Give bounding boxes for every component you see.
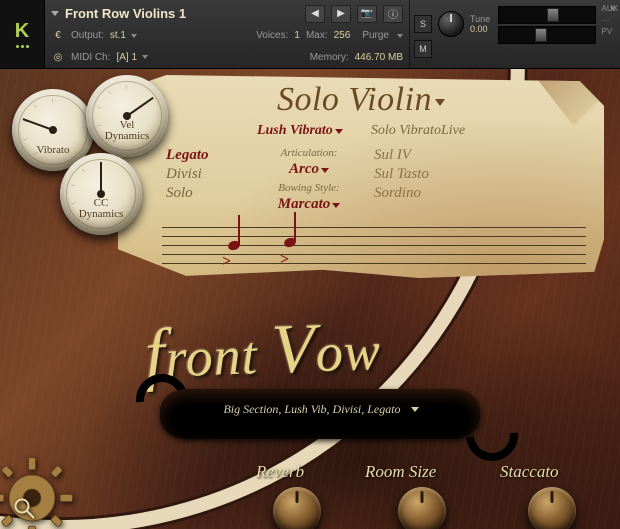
next-patch-button[interactable]: ▶: [331, 5, 351, 23]
reverb-knob[interactable]: [273, 487, 321, 529]
brand-dots: [16, 45, 29, 48]
pan-slider[interactable]: [498, 26, 595, 44]
tune-value[interactable]: 0.00: [470, 24, 490, 34]
bowing-label: Bowing Style:: [278, 182, 339, 194]
chevron-down-icon: [435, 99, 445, 106]
chevron-down-icon: [142, 55, 148, 59]
chevron-down-icon: [335, 129, 343, 134]
pv-label[interactable]: PV: [602, 27, 618, 36]
purge-label[interactable]: Purge: [362, 30, 389, 41]
cc-dynamics-gauge[interactable]: CCDynamics: [60, 153, 142, 235]
disclosure-icon[interactable]: [51, 11, 59, 16]
play-mode-col: Legato Divisi Solo: [166, 147, 244, 202]
patch-name: Front Row Violins 1: [65, 6, 186, 21]
prev-patch-button[interactable]: ◀: [305, 5, 325, 23]
instrument-title: Solo Violin: [277, 81, 432, 118]
header-right: S Tune 0.00 M AUX — PV: [409, 0, 620, 68]
articulation-label: Articulation:: [281, 147, 338, 159]
room-size-label: Room Size: [365, 462, 436, 482]
cc-dynamics-gauge-label: CCDynamics: [60, 198, 142, 221]
mode-solo[interactable]: Solo: [166, 185, 244, 202]
room-size-knob[interactable]: [398, 487, 446, 529]
preset-select[interactable]: Big Section, Lush Vib, Divisi, Legato: [190, 402, 452, 417]
reverb-label: Reverb: [256, 462, 304, 482]
staccato-label: Staccato: [500, 462, 559, 482]
vibrato-mode-select[interactable]: Lush Vibrato: [257, 123, 343, 139]
instrument-body: Solo Violin Lush Vibrato Solo VibratoLiv…: [0, 69, 620, 529]
note-stem: [238, 215, 240, 245]
tune-label: Tune: [470, 14, 490, 24]
close-icon[interactable]: ×: [610, 3, 616, 15]
note-icon[interactable]: [227, 239, 241, 251]
vel-dynamics-gauge-label: VelDynamics: [86, 120, 168, 143]
articulation-select[interactable]: Arco: [289, 161, 329, 178]
meter-area: [494, 0, 599, 68]
bowing-value: Marcato: [278, 196, 331, 212]
header-row-title: Front Row Violins 1 ◀ ▶ 📷 ⓘ: [45, 0, 409, 25]
info-icon[interactable]: ⓘ: [383, 5, 403, 23]
articulation-col: Articulation: Arco Bowing Style: Marcato: [270, 147, 348, 213]
voices-current: 1: [294, 30, 300, 41]
voices-label: Voices:: [256, 30, 288, 41]
volume-slider[interactable]: [498, 6, 595, 24]
midi-icon: ◎: [51, 52, 65, 63]
midi-label: MIDI Ch:: [71, 52, 110, 63]
output-label: Output:: [71, 30, 104, 41]
vibrato-alt[interactable]: Solo VibratoLive: [371, 123, 465, 139]
chevron-down-icon: [321, 168, 329, 173]
output-icon: €: [51, 30, 65, 41]
note-stem: [294, 212, 296, 242]
header-row-midi: ◎ MIDI Ch: [A] 1 Memory: 446.70 MB: [45, 47, 409, 68]
midi-value: [A] 1: [116, 52, 137, 63]
accent-mark-icon: >: [222, 253, 231, 271]
voices-max-label: Max:: [306, 30, 328, 41]
mute-button[interactable]: M: [414, 40, 432, 58]
kontakt-header: × K Front Row Violins 1 ◀ ▶ 📷 ⓘ € Output…: [0, 0, 620, 69]
snapshot-icon[interactable]: 📷: [357, 5, 377, 23]
solo-mute-col: S Tune 0.00 M: [410, 0, 494, 68]
staccato-knob[interactable]: [528, 487, 576, 529]
chevron-down-icon: [411, 407, 419, 412]
opt-sul-iv[interactable]: Sul IV: [374, 147, 411, 164]
midi-select[interactable]: [A] 1: [116, 52, 148, 63]
music-staff: > >: [162, 221, 586, 273]
vibrato-gauge-label: Vibrato: [12, 145, 94, 157]
opt-sul-tasto[interactable]: Sul Tasto: [374, 166, 429, 183]
preset-text: Big Section, Lush Vib, Divisi, Legato: [223, 402, 400, 417]
header-main: Front Row Violins 1 ◀ ▶ 📷 ⓘ € Output: st…: [45, 0, 409, 68]
output-value: st.1: [110, 30, 126, 41]
solo-button[interactable]: S: [414, 15, 432, 33]
memory-label: Memory:: [310, 52, 349, 63]
memory-value: 446.70 MB: [355, 52, 403, 63]
bowing-select[interactable]: Marcato: [278, 196, 341, 213]
output-select[interactable]: st.1: [110, 30, 137, 41]
note-icon[interactable]: [283, 236, 297, 248]
accent-mark-icon: >: [280, 251, 289, 269]
instrument-title-select[interactable]: Solo Violin: [118, 75, 604, 119]
parchment-panel: Solo Violin Lush Vibrato Solo VibratoLiv…: [118, 75, 604, 280]
mode-legato[interactable]: Legato: [166, 147, 244, 164]
brand-letter: K: [15, 20, 29, 43]
mode-divisi[interactable]: Divisi: [166, 166, 244, 183]
brand-tile: K: [0, 0, 45, 68]
opt-sordino[interactable]: Sordino: [374, 185, 421, 202]
mode-row: Legato Divisi Solo Articulation: Arco Bo…: [118, 139, 604, 213]
voices-max[interactable]: 256: [334, 30, 351, 41]
chevron-down-icon: [131, 34, 137, 38]
string-position-col: Sul IV Sul Tasto Sordino: [374, 147, 452, 202]
search-icon[interactable]: [12, 496, 36, 520]
vibrato-mode: Lush Vibrato: [257, 123, 333, 138]
chevron-down-icon: [397, 34, 403, 38]
vibrato-row: Lush Vibrato Solo VibratoLive: [118, 123, 604, 139]
tune-knob[interactable]: [438, 11, 464, 37]
vel-dynamics-gauge[interactable]: VelDynamics: [86, 75, 168, 157]
header-row-output: € Output: st.1 Voices: 1 Max: 256 Purge: [45, 25, 409, 46]
tune-readout: Tune 0.00: [470, 14, 490, 34]
chevron-down-icon: [332, 203, 340, 208]
articulation-value: Arco: [289, 161, 319, 177]
